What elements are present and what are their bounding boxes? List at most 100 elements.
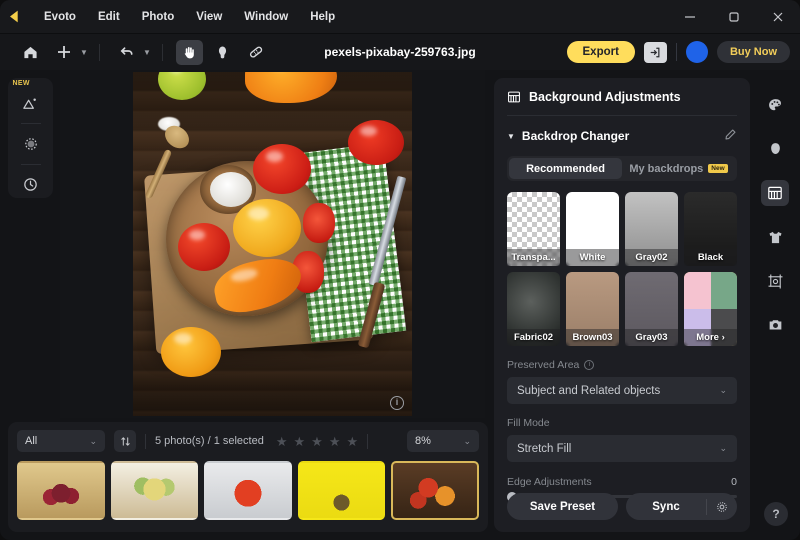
toolbar-divider-2 (162, 44, 163, 61)
star-4[interactable]: ★ (329, 435, 341, 448)
filter-value: All (25, 435, 37, 447)
sidebar-item-history[interactable] (15, 171, 47, 198)
face-icon (767, 141, 784, 158)
rail-item-color[interactable] (761, 92, 789, 118)
sidebar-item-presets[interactable]: NEW (15, 90, 47, 117)
add-chevron-down-icon[interactable]: ▼ (78, 48, 90, 57)
right-icon-rail (750, 70, 800, 540)
minimize-button[interactable] (668, 0, 712, 34)
photo-red-tomato-left (178, 223, 230, 271)
preserved-area-dropdown[interactable]: Subject and Related objects ⌄ (507, 377, 737, 404)
sidebar-item-texture[interactable] (15, 130, 47, 157)
tab-recommended-label: Recommended (526, 163, 605, 175)
menu-item-help[interactable]: Help (299, 7, 346, 27)
zoom-dropdown[interactable]: 8% ⌄ (407, 430, 479, 452)
panel-title-label: Background Adjustments (529, 90, 681, 104)
swatch-gray03[interactable]: Gray03 (625, 272, 678, 346)
maximize-button[interactable] (712, 0, 756, 34)
thumbnail-grapes[interactable] (17, 461, 105, 520)
backdrop-changer-section[interactable]: ▼ Backdrop Changer (507, 128, 737, 144)
rail-item-portrait[interactable] (761, 136, 789, 162)
sync-button[interactable]: Sync (626, 501, 706, 513)
pencil-edit-icon[interactable] (724, 128, 737, 144)
star-2[interactable]: ★ (294, 435, 306, 448)
filmstrip-divider-2 (367, 434, 368, 449)
close-button[interactable] (756, 0, 800, 34)
swatch-white[interactable]: White (566, 192, 619, 266)
backdrop-swatch-grid: Transpa... White Gray02 Black Fabric02 B… (507, 192, 737, 346)
sidebar-divider-1 (21, 123, 41, 124)
thumbnail-fruit-basket[interactable] (111, 461, 199, 520)
swatch-black[interactable]: Black (684, 192, 737, 266)
thumbnail-pineapple[interactable] (298, 461, 386, 520)
menu-item-evoto[interactable]: Evoto (33, 7, 87, 27)
swatch-more[interactable]: More › (684, 272, 737, 346)
filmstrip-divider-1 (145, 434, 146, 449)
undo-arrow-icon[interactable] (113, 40, 140, 65)
backdrop-tabs: Recommended My backdrops New (507, 156, 737, 181)
menu-item-edit[interactable]: Edit (87, 7, 131, 27)
avatar[interactable] (686, 41, 708, 63)
toolbar-actions: Export Buy Now (567, 34, 790, 70)
export-button[interactable]: Export (567, 41, 635, 63)
chevron-down-icon: ⌄ (719, 443, 727, 454)
rail-item-camera[interactable] (761, 312, 789, 338)
tab-my-backdrops[interactable]: My backdrops New (622, 158, 735, 179)
help-button[interactable]: ? (764, 502, 788, 526)
tab-recommended[interactable]: Recommended (509, 158, 622, 179)
rating-stars[interactable]: ★ ★ ★ ★ ★ (276, 435, 358, 448)
thumbnail-vegetables[interactable] (391, 461, 479, 520)
menu-item-view[interactable]: View (185, 7, 233, 27)
toolbar-divider-3 (676, 43, 677, 61)
panel-header: Background Adjustments (507, 90, 737, 116)
canvas-area[interactable]: i (60, 70, 485, 418)
menu-item-photo[interactable]: Photo (131, 7, 186, 27)
image-mountain-icon (22, 95, 39, 112)
thumbnail-red-apple[interactable] (204, 461, 292, 520)
photo-count-label: 5 photo(s) / 1 selected (155, 435, 264, 447)
fill-mode-value: Stretch Fill (517, 443, 571, 455)
fill-mode-dropdown[interactable]: Stretch Fill ⌄ (507, 435, 737, 462)
filter-dropdown[interactable]: All ⌄ (17, 430, 105, 452)
panel-actions: Save Preset Sync (507, 493, 737, 520)
rail-item-clothing[interactable] (761, 224, 789, 250)
undo-chevron-down-icon[interactable]: ▼ (141, 48, 153, 57)
info-icon[interactable]: i (390, 396, 404, 410)
preserved-area-value: Subject and Related objects (517, 385, 660, 397)
star-1[interactable]: ★ (276, 435, 288, 448)
swatch-gray02[interactable]: Gray02 (625, 192, 678, 266)
background-adjustments-panel: Background Adjustments ▼ Backdrop Change… (494, 78, 750, 532)
history-clock-icon (22, 176, 39, 193)
star-5[interactable]: ★ (346, 435, 358, 448)
buy-now-button[interactable]: Buy Now (717, 41, 790, 63)
hand-icon[interactable] (176, 40, 203, 65)
chevron-down-icon: ⌄ (89, 436, 97, 447)
swatch-fabric02[interactable]: Fabric02 (507, 272, 560, 346)
star-3[interactable]: ★ (311, 435, 323, 448)
swatch-brown03[interactable]: Brown03 (566, 272, 619, 346)
rail-item-crop[interactable] (761, 268, 789, 294)
fill-mode-text: Fill Mode (507, 417, 550, 429)
chevron-down-icon[interactable]: ▼ (507, 132, 515, 141)
dotted-circle-icon (22, 135, 40, 153)
sort-icon[interactable] (114, 430, 136, 452)
share-export-icon[interactable] (644, 42, 667, 63)
photo-preview[interactable]: i (133, 72, 412, 416)
menu-bar: Evoto Edit Photo View Window Help (0, 0, 800, 34)
photo-tomato-wedge-upper (303, 203, 335, 243)
edge-adjustments-label: Edge Adjustments (507, 476, 592, 488)
info-icon[interactable]: i (584, 360, 594, 370)
rail-item-background[interactable] (761, 180, 789, 206)
swatch-transparent[interactable]: Transpa... (507, 192, 560, 266)
sidebar-divider-2 (21, 164, 41, 165)
save-preset-button[interactable]: Save Preset (507, 493, 618, 520)
menu-item-window[interactable]: Window (233, 7, 299, 27)
gear-icon[interactable] (707, 501, 737, 513)
finger-retouch-icon[interactable] (209, 40, 236, 65)
window-controls (668, 0, 800, 34)
palette-icon (767, 97, 784, 114)
bandage-icon[interactable] (242, 40, 269, 65)
chevron-down-icon: ⌄ (719, 385, 727, 396)
home-icon[interactable] (17, 40, 44, 65)
plus-icon[interactable] (50, 40, 77, 65)
